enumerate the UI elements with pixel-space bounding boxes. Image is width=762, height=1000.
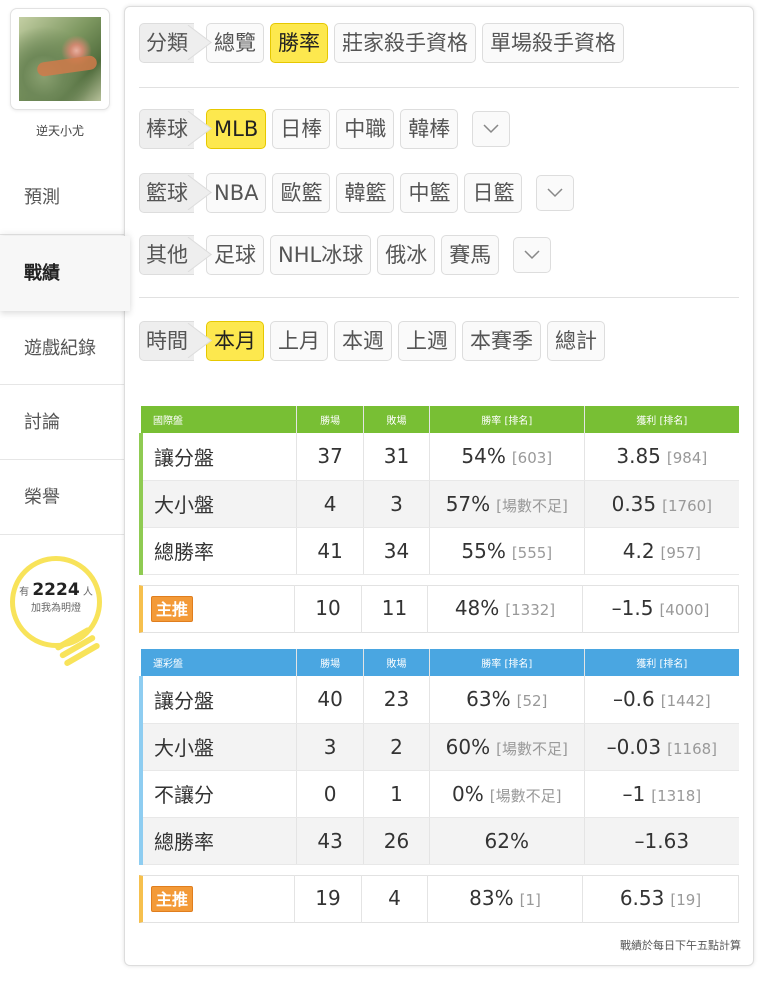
lottery-main-pick-row: 主推 19 4 83% [1] 6.53 [19] — [139, 875, 739, 923]
table-header: 敗場 — [363, 406, 430, 433]
league-npb[interactable]: 日棒 — [272, 109, 331, 149]
category-win-rate[interactable]: 勝率 — [270, 23, 328, 63]
basketball-filter: 籃球 NBA 歐籃 韓籃 中籃 日籃 — [139, 173, 575, 213]
table-header: 勝率 [排名] — [429, 649, 585, 676]
league-nba[interactable]: NBA — [206, 173, 267, 213]
basketball-more-chevron-down-icon[interactable] — [536, 175, 575, 211]
time-total[interactable]: 總計 — [547, 321, 605, 361]
record-panel: 分類 總覽 勝率 莊家殺手資格 單場殺手資格 棒球 MLB 日棒 中職 韓棒 籃… — [124, 6, 754, 966]
other-filter: 其他 足球 NHL冰球 俄冰 賽馬 — [139, 235, 552, 275]
baseball-label: 棒球 — [139, 109, 194, 149]
time-label: 時間 — [139, 321, 194, 361]
username[interactable]: 逆天小尤 — [0, 122, 120, 139]
league-bleague[interactable]: 日籃 — [464, 173, 523, 213]
league-cba[interactable]: 中籃 — [400, 173, 459, 213]
fans-suffix: 人 — [82, 587, 93, 598]
avatar-image — [19, 17, 101, 101]
main-pick-badge[interactable]: 主推 — [151, 886, 194, 912]
time-this-month[interactable]: 本月 — [206, 321, 264, 361]
league-nhl[interactable]: NHL冰球 — [270, 235, 372, 275]
table-header: 運彩盤 — [141, 649, 298, 676]
nav-item-game-log[interactable]: 遊戲紀錄 — [0, 310, 126, 385]
table-header: 獲利 [排名] — [584, 406, 739, 433]
divider — [139, 87, 739, 88]
lightbulb-follow-widget[interactable]: 有 2224 人 加我為明燈 — [10, 556, 110, 668]
time-last-month[interactable]: 上月 — [270, 321, 328, 361]
time-this-week[interactable]: 本週 — [334, 321, 392, 361]
table-row: 總勝率 43 26 62% –1.63 — [139, 817, 739, 865]
league-khl[interactable]: 俄冰 — [377, 235, 436, 275]
nav-item-predict[interactable]: 預測 — [0, 160, 126, 235]
category-overview[interactable]: 總覽 — [206, 23, 264, 63]
table-header: 國際盤 — [141, 406, 298, 433]
baseball-filter: 棒球 MLB 日棒 中職 韓棒 — [139, 109, 511, 149]
nav-item-record[interactable]: 戰績 — [0, 236, 130, 311]
fans-count: 2224 — [32, 580, 80, 600]
sidebar: 逆天小尤 預測 戰績 遊戲紀錄 討論 榮譽 有 2224 人 加我為明燈 — [0, 0, 130, 1000]
table-row: 大小盤 4 3 57% [場數不足] 0.35 [1760] — [139, 480, 739, 528]
league-kbl[interactable]: 韓籃 — [336, 173, 395, 213]
other-more-chevron-down-icon[interactable] — [513, 237, 552, 273]
league-cpbl[interactable]: 中職 — [336, 109, 395, 149]
table-header: 勝率 [排名] — [429, 406, 585, 433]
league-soccer[interactable]: 足球 — [206, 235, 264, 275]
time-this-season[interactable]: 本賽季 — [462, 321, 541, 361]
international-main-pick-row: 主推 10 11 48% [1332] –1.5 [4000] — [139, 585, 739, 633]
table-row: 讓分盤 37 31 54% [603] 3.85 [984] — [139, 433, 739, 481]
table-row: 讓分盤 40 23 63% [52] –0.6 [1442] — [139, 676, 739, 724]
footnote: 戰績於每日下午五點計算 — [620, 939, 741, 952]
table-header: 勝場 — [296, 406, 365, 433]
fans-prefix: 有 — [19, 587, 30, 598]
nav-item-discussion[interactable]: 討論 — [0, 385, 126, 460]
international-record-table: 國際盤 勝場 敗場 勝率 [排名] 獲利 [排名] 讓分盤 37 31 54%[… — [139, 406, 739, 575]
league-horse-racing[interactable]: 賽馬 — [441, 235, 500, 275]
category-filter: 分類 總覽 勝率 莊家殺手資格 單場殺手資格 — [139, 23, 630, 63]
time-filter: 時間 本月 上月 本週 上週 本賽季 總計 — [139, 321, 611, 361]
lottery-record-table: 運彩盤 勝場 敗場 勝率 [排名] 獲利 [排名] 讓分盤 40 23 63%[… — [139, 649, 739, 865]
category-bookmaker-killer[interactable]: 莊家殺手資格 — [334, 23, 476, 63]
avatar[interactable] — [10, 8, 110, 110]
table-header: 獲利 [排名] — [584, 649, 739, 676]
table-header: 勝場 — [296, 649, 365, 676]
table-row: 不讓分 0 1 0% [場數不足] –1 [1318] — [139, 770, 739, 818]
basketball-label: 籃球 — [139, 173, 194, 213]
baseball-more-chevron-down-icon[interactable] — [472, 111, 511, 147]
fans-caption: 加我為明燈 — [31, 603, 81, 614]
table-row: 大小盤 3 2 60% [場數不足] –0.03 [1168] — [139, 723, 739, 771]
table-header: 敗場 — [363, 649, 430, 676]
league-euroleague[interactable]: 歐籃 — [272, 173, 331, 213]
league-mlb[interactable]: MLB — [206, 109, 267, 149]
main-pick-badge[interactable]: 主推 — [151, 596, 194, 622]
time-last-week[interactable]: 上週 — [398, 321, 456, 361]
other-label: 其他 — [139, 235, 194, 275]
category-label: 分類 — [139, 23, 194, 63]
table-row: 總勝率 41 34 55% [555] 4.2 [957] — [139, 527, 739, 575]
category-single-game-killer[interactable]: 單場殺手資格 — [482, 23, 624, 63]
nav-item-honor[interactable]: 榮譽 — [0, 460, 126, 535]
league-kbo[interactable]: 韓棒 — [400, 109, 459, 149]
divider — [139, 297, 739, 298]
